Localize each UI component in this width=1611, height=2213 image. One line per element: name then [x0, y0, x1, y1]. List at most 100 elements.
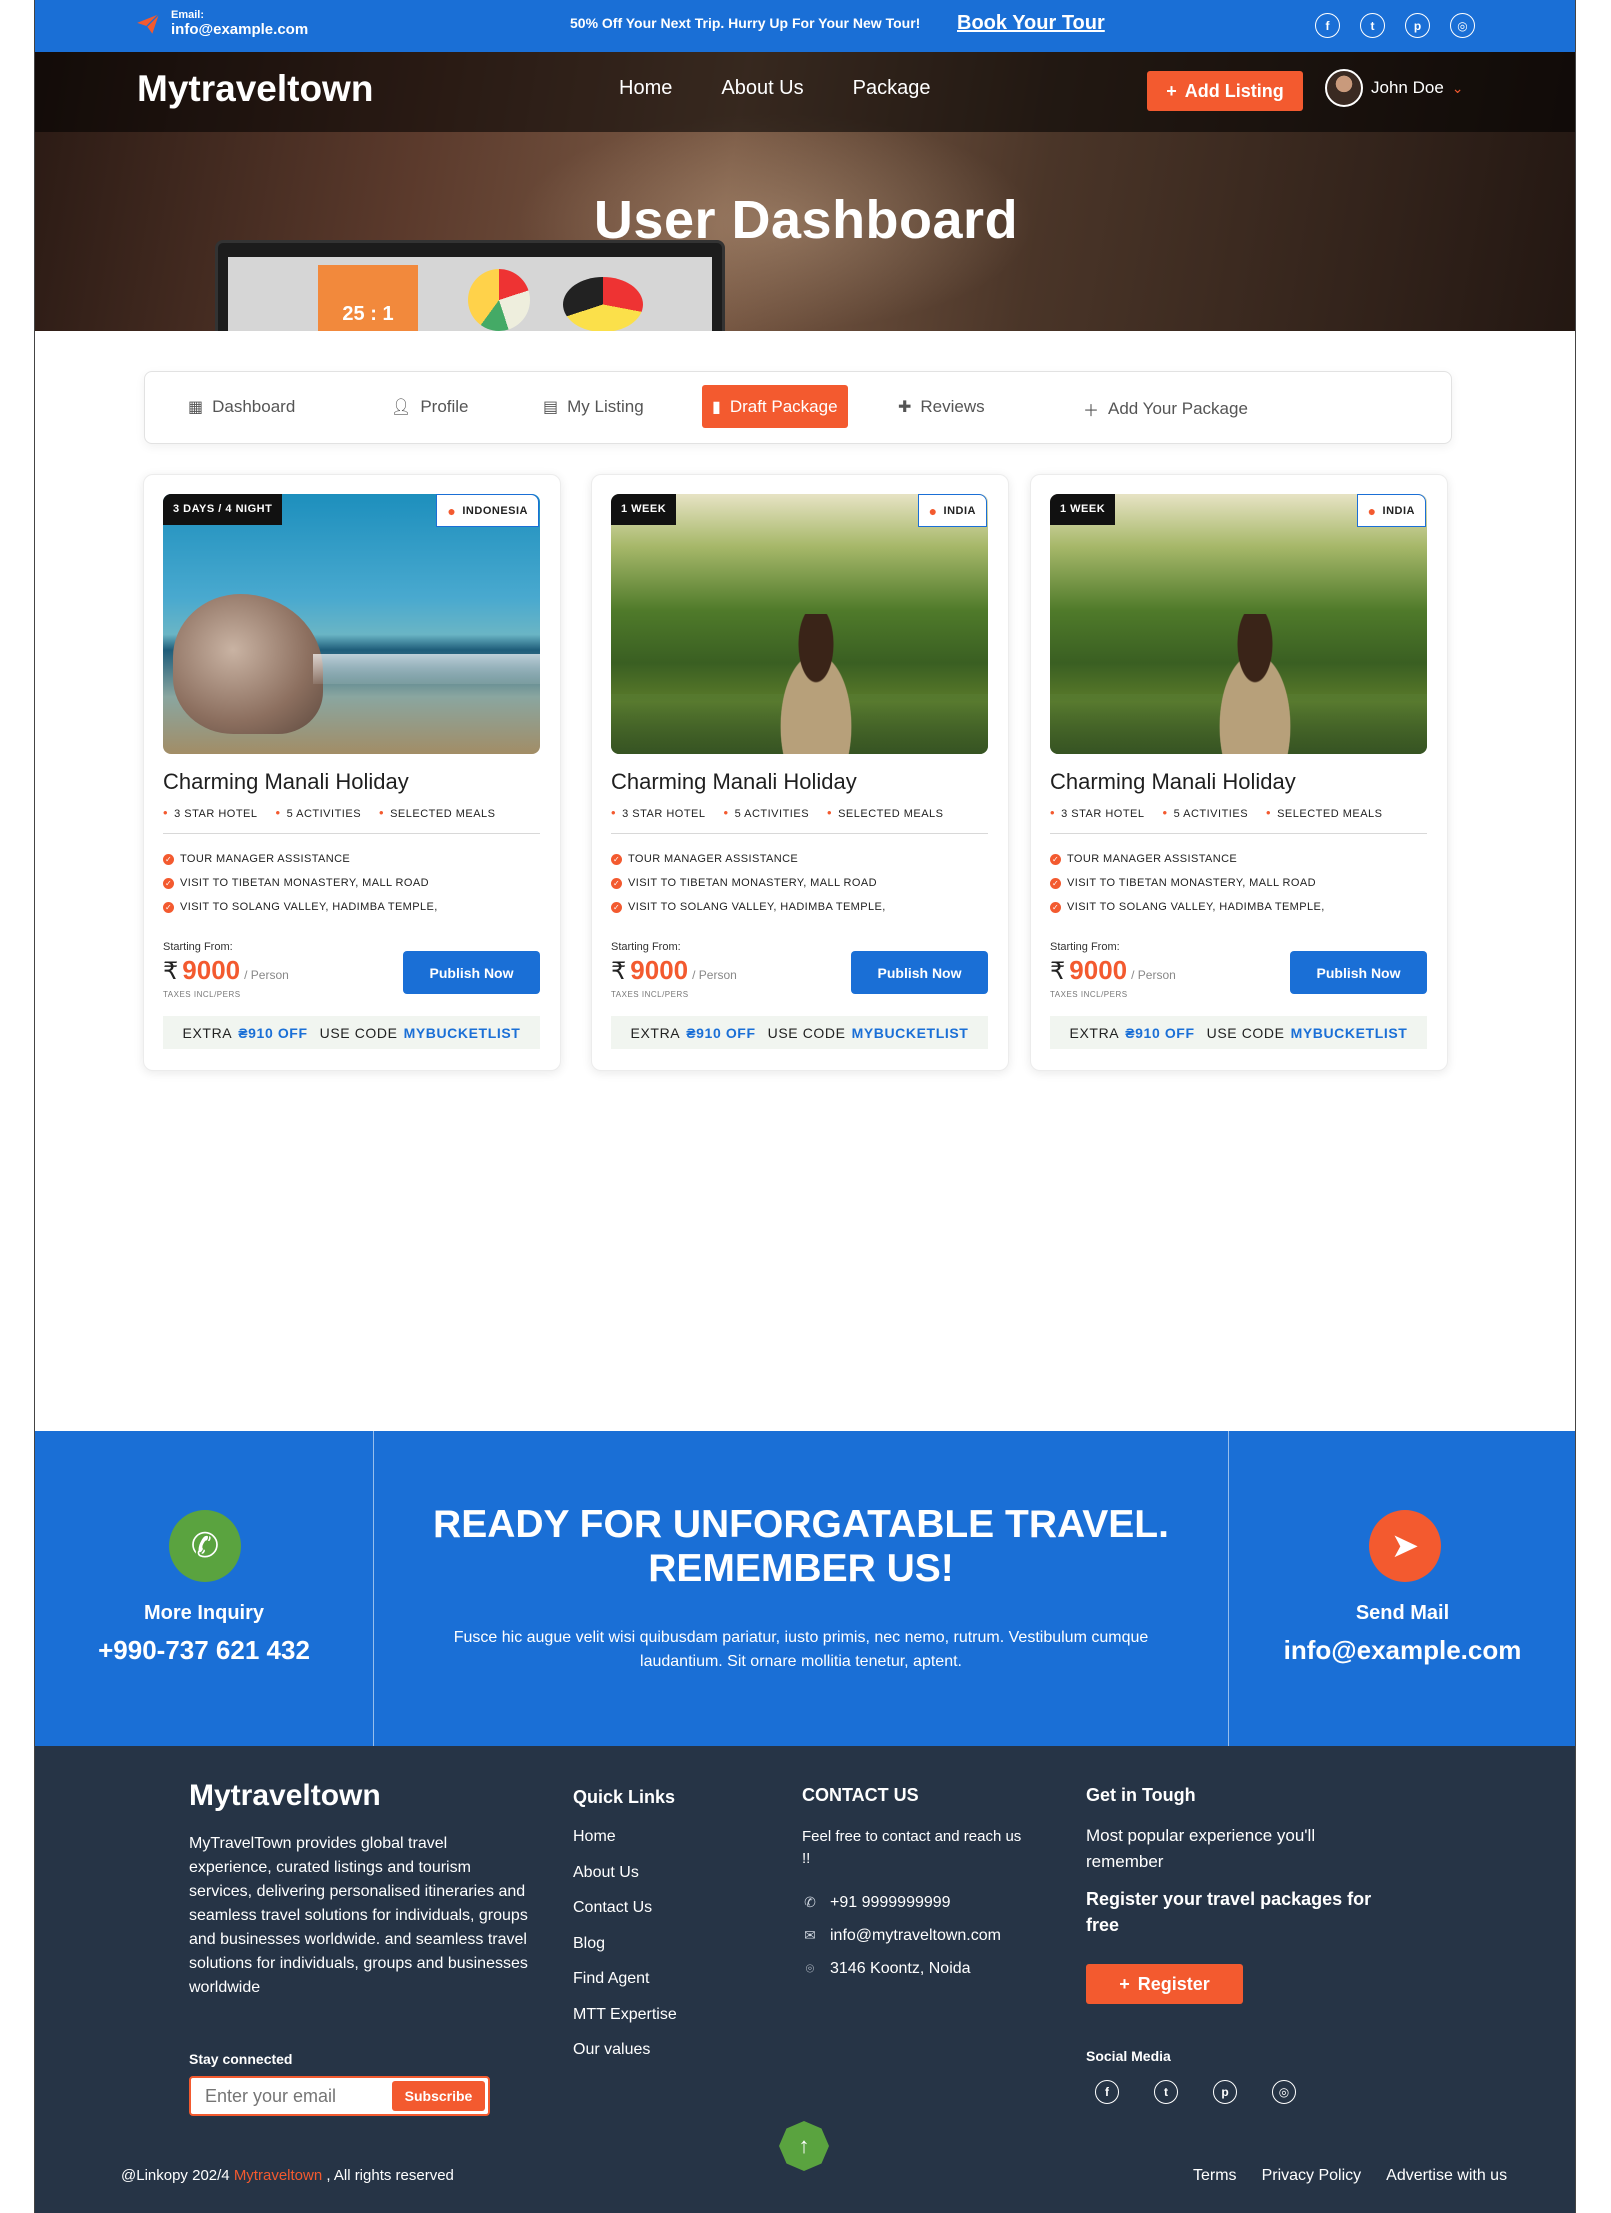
twitter-icon[interactable]: t	[1360, 13, 1385, 38]
facebook-icon[interactable]: f	[1095, 2080, 1119, 2104]
twitter-icon[interactable]: t	[1154, 2080, 1178, 2104]
email-value[interactable]: info@example.com	[171, 21, 308, 38]
footer-link-home[interactable]: Home	[573, 1828, 677, 1864]
location-badge: ● INDIA	[1356, 494, 1426, 527]
footer-link-contact-us[interactable]: Contact Us	[573, 1899, 677, 1935]
send-mail-email[interactable]: info@example.com	[1228, 1635, 1575, 1666]
book-your-tour-link[interactable]: Book Your Tour	[957, 12, 1105, 35]
footer-link-about-us[interactable]: About Us	[573, 1864, 677, 1900]
starting-from-label: Starting From:	[163, 941, 233, 953]
inclusions-list: TOUR MANAGER ASSISTANCE VISIT TO TIBETAN…	[1050, 847, 1325, 919]
newsletter-email-input[interactable]	[205, 2086, 385, 2107]
starting-from-label: Starting From:	[611, 941, 681, 953]
offer-use-code: USE CODE	[1206, 1024, 1285, 1041]
contact-phone-value: +91 9999999999	[830, 1893, 951, 1911]
copyright-brand-link[interactable]: Mytraveltown	[234, 2167, 322, 2184]
advertise-link[interactable]: Advertise with us	[1386, 2167, 1507, 2185]
offer-amount: ₴910 OFF	[238, 1024, 308, 1041]
location-badge: ● INDONESIA	[436, 494, 539, 527]
top-bar: Email: info@example.com 50% Off Your Nex…	[35, 0, 1575, 52]
pinterest-icon[interactable]: p	[1405, 13, 1430, 38]
user-icon: 👤︎	[391, 399, 412, 416]
arrow-up-icon: ↑	[798, 2133, 810, 2158]
contact-address: ⌾ 3146 Koontz, Noida	[802, 1952, 1001, 1985]
tab-add-your-package[interactable]: ＋ Add Your Package	[1083, 397, 1248, 421]
tab-reviews[interactable]: ✚ Reviews	[898, 397, 985, 417]
paper-plane-icon[interactable]: ➤	[1369, 1510, 1441, 1582]
publish-now-button[interactable]: Publish Now	[403, 951, 540, 994]
feature-item: 5 ACTIVITIES	[276, 805, 362, 820]
user-menu[interactable]: John Doe ⌄	[1325, 69, 1464, 107]
contact-text: Feel free to contact and reach us !!	[802, 1828, 1022, 1867]
topbar-socials: f t p ◎	[1315, 13, 1475, 38]
promo-text: 50% Off Your Next Trip. Hurry Up For You…	[570, 15, 921, 31]
package-image[interactable]	[1050, 494, 1427, 754]
offer-amount: ₴910 OFF	[686, 1024, 756, 1041]
instagram-icon[interactable]: ◎	[1450, 13, 1475, 38]
add-listing-button[interactable]: + Add Listing	[1147, 71, 1303, 111]
contact-email-value: info@mytraveltown.com	[830, 1926, 1001, 1944]
nav-package[interactable]: Package	[853, 77, 931, 100]
tab-draft-package[interactable]: ▮ Draft Package	[702, 385, 848, 428]
brand-logo[interactable]: Mytraveltown	[137, 68, 373, 110]
feature-item: 5 ACTIVITIES	[724, 805, 810, 820]
inclusions-list: TOUR MANAGER ASSISTANCE VISIT TO TIBETAN…	[611, 847, 886, 919]
inclusion-item: VISIT TO SOLANG VALLEY, HADIMBA TEMPLE,	[163, 895, 438, 919]
package-title[interactable]: Charming Manali Holiday	[163, 769, 409, 795]
package-title[interactable]: Charming Manali Holiday	[1050, 769, 1296, 795]
inclusion-item: VISIT TO SOLANG VALLEY, HADIMBA TEMPLE,	[1050, 895, 1325, 919]
laptop-stat: 25 : 1	[318, 265, 418, 331]
duration-badge: 3 DAYS / 4 NIGHT	[163, 494, 283, 525]
currency-symbol: ₹	[1050, 958, 1066, 985]
contact-email[interactable]: ✉ info@mytraveltown.com	[802, 1919, 1001, 1952]
review-icon: ✚	[898, 399, 912, 416]
instagram-icon[interactable]: ◎	[1272, 2080, 1296, 2104]
register-button[interactable]: + Register	[1086, 1964, 1243, 2004]
nav-about-us[interactable]: About Us	[721, 77, 803, 100]
publish-now-button[interactable]: Publish Now	[851, 951, 988, 994]
offer-code: MYBUCKETLIST	[851, 1024, 969, 1041]
tab-my-listing[interactable]: ▤ My Listing	[543, 397, 644, 417]
user-name: John Doe	[1371, 78, 1444, 97]
location-pin-icon: ●	[1367, 502, 1377, 519]
inclusions-list: TOUR MANAGER ASSISTANCE VISIT TO TIBETAN…	[163, 847, 438, 919]
footer-bottom-links: Terms Privacy Policy Advertise with us	[1193, 2167, 1507, 2185]
price-amount: 9000	[1069, 955, 1128, 985]
footer-link-find-agent[interactable]: Find Agent	[573, 1970, 677, 2006]
tab-draft-package-label: Draft Package	[729, 396, 838, 416]
tab-profile[interactable]: 👤︎ Profile	[391, 397, 469, 417]
footer-brand[interactable]: Mytraveltown	[189, 1779, 381, 1813]
register-text: Register your travel packages for free	[1086, 1889, 1372, 1935]
scroll-to-top-button[interactable]: ↑	[779, 2121, 829, 2171]
footer-socials: f t p ◎	[1095, 2080, 1296, 2104]
terms-link[interactable]: Terms	[1193, 2167, 1237, 2185]
starting-from-label: Starting From:	[1050, 941, 1120, 953]
package-image[interactable]	[611, 494, 988, 754]
location-label: INDONESIA	[462, 504, 528, 517]
footer-link-our-values[interactable]: Our values	[573, 2041, 677, 2077]
tab-dashboard-label: Dashboard	[212, 397, 296, 416]
pinterest-icon[interactable]: p	[1213, 2080, 1237, 2104]
inquiry-phone[interactable]: +990-737 621 432	[35, 1635, 373, 1666]
contact-phone[interactable]: ✆ +91 9999999999	[802, 1886, 1001, 1919]
publish-now-button[interactable]: Publish Now	[1290, 951, 1427, 994]
nav-home[interactable]: Home	[619, 77, 672, 100]
footer-link-mtt-expertise[interactable]: MTT Expertise	[573, 2006, 677, 2042]
package-title[interactable]: Charming Manali Holiday	[611, 769, 857, 795]
plus-icon: +	[1119, 1973, 1130, 1994]
subscribe-button[interactable]: Subscribe	[392, 2081, 485, 2111]
price-amount: 9000	[182, 955, 241, 985]
footer-link-blog[interactable]: Blog	[573, 1935, 677, 1971]
privacy-policy-link[interactable]: Privacy Policy	[1262, 2167, 1362, 2185]
tab-profile-label: Profile	[420, 397, 469, 416]
feature-item: SELECTED MEALS	[1266, 805, 1382, 820]
cta-subtext: Fusce hic augue velit wisi quibusdam par…	[453, 1629, 1149, 1670]
facebook-icon[interactable]: f	[1315, 13, 1340, 38]
tab-dashboard[interactable]: ▦ Dashboard	[188, 397, 295, 417]
phone-icon[interactable]: ✆	[169, 1510, 241, 1582]
divider	[1050, 833, 1427, 834]
offer-amount: ₴910 OFF	[1125, 1024, 1195, 1041]
package-image[interactable]	[163, 494, 540, 754]
register-button-label: Register	[1137, 1973, 1210, 1994]
location-pin-icon: ⌾	[805, 1960, 815, 1976]
